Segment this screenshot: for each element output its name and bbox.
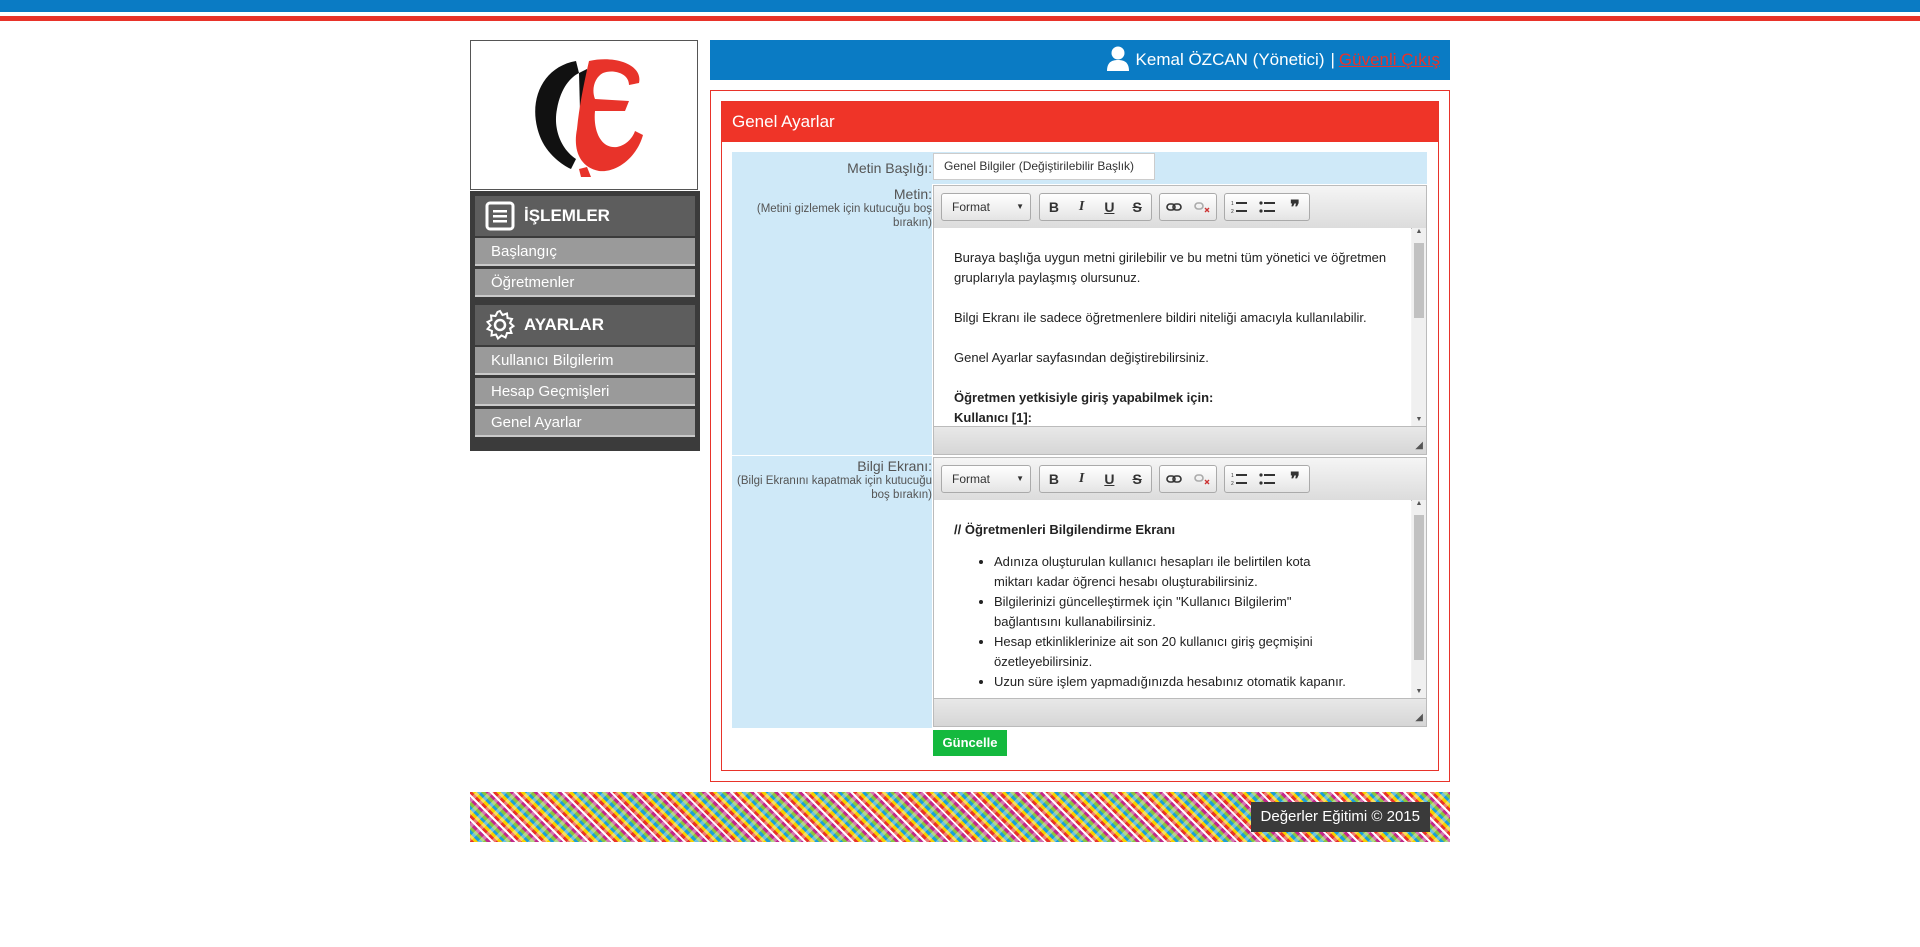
text-label-text: Metin: (893, 186, 932, 202)
format-select[interactable]: Format ▼ (941, 193, 1031, 221)
text-paragraph-2: Bilgi Ekranı ile sadece öğretmenlere bil… (954, 310, 1367, 325)
info-editor-content[interactable]: // Öğretmenleri Bilgilendirme Ekranı Adı… (934, 500, 1411, 700)
update-button[interactable]: Güncelle (933, 730, 1007, 756)
text-bold-line-1: Öğretmen yetkisiyle giriş yapabilmek içi… (954, 390, 1214, 405)
unlink-icon[interactable] (1188, 194, 1216, 220)
strike-button[interactable]: S (1123, 466, 1151, 492)
numbered-list-icon[interactable]: 12 (1225, 466, 1253, 492)
panel-title: Genel Ayarlar (722, 102, 1438, 142)
logo-icon (535, 59, 643, 177)
list-item: Hesap etkinliklerinize ait son 20 kullan… (994, 632, 1324, 672)
user-name: Kemal ÖZCAN (Yönetici) (1135, 50, 1325, 69)
user-icon (1106, 45, 1130, 76)
unlink-icon[interactable] (1188, 466, 1216, 492)
list-item: Adınıza oluşturulan kullanıcı hesapları … (994, 552, 1324, 592)
strike-button[interactable]: S (1123, 194, 1151, 220)
info-label: Bilgi Ekranı: (Bilgi Ekranını kapatmak i… (732, 458, 932, 502)
header-bar: Kemal ÖZCAN (Yönetici) | Güvenli Çıkış (710, 40, 1450, 80)
text-title-label: Metin Başlığı: (847, 160, 932, 176)
scroll-thumb[interactable] (1414, 243, 1424, 318)
user-info: Kemal ÖZCAN (Yönetici) | Güvenli Çıkış (1106, 40, 1440, 80)
bulleted-list-icon[interactable] (1253, 194, 1281, 220)
scroll-thumb[interactable] (1414, 515, 1424, 660)
editor-statusbar: ◢ (934, 698, 1426, 726)
bold-button[interactable]: B (1040, 194, 1068, 220)
list-item: Uzun süre işlem yapmadığınızda hesabınız… (994, 672, 1391, 692)
scroll-up-icon[interactable]: ▲ (1412, 500, 1426, 512)
editor-toolbar: Format ▼ B I U S 12 ❞ (934, 186, 1426, 229)
underline-button[interactable]: U (1096, 466, 1124, 492)
logo[interactable] (470, 40, 698, 190)
svg-text:1: 1 (1231, 201, 1234, 207)
link-group (1159, 465, 1217, 493)
link-icon[interactable] (1160, 194, 1188, 220)
link-icon[interactable] (1160, 466, 1188, 492)
editor-toolbar: Format ▼ B I U S 12 ❞ (934, 458, 1426, 501)
format-label: Format (952, 472, 991, 486)
link-group (1159, 193, 1217, 221)
format-select[interactable]: Format ▼ (941, 465, 1031, 493)
text-editor-content[interactable]: Buraya başlığa uygun metni girilebilir v… (934, 228, 1411, 428)
sidebar: İŞLEMLER Başlangıç Öğretmenler AYARLAR K… (470, 191, 700, 451)
list-item: Bilgilerinizi güncelleştirmek için "Kull… (994, 592, 1324, 632)
chevron-down-icon: ▼ (1016, 474, 1024, 483)
info-editor-scrollbar[interactable]: ▲ ▼ (1412, 500, 1426, 700)
svg-text:2: 2 (1231, 481, 1234, 486)
chevron-down-icon: ▼ (1016, 202, 1024, 211)
blockquote-icon[interactable]: ❞ (1281, 194, 1309, 220)
sidebar-item-ogretmenler[interactable]: Öğretmenler (475, 269, 695, 297)
italic-button[interactable]: I (1068, 194, 1096, 220)
bold-button[interactable]: B (1040, 466, 1068, 492)
text-editor[interactable]: Format ▼ B I U S 12 ❞ Buraya başlığa uygu… (933, 185, 1427, 455)
logout-link[interactable]: Güvenli Çıkış (1339, 50, 1440, 70)
text-title-input[interactable]: Genel Bilgiler (Değiştirilebilir Başlık) (933, 153, 1155, 180)
top-stripe (0, 0, 1920, 21)
svg-text:2: 2 (1231, 209, 1234, 214)
svg-text:1: 1 (1231, 473, 1234, 479)
sidebar-section-title: İŞLEMLER (524, 206, 610, 225)
info-hint: (Bilgi Ekranını kapatmak için kutucuğu b… (737, 475, 932, 501)
info-list: Adınıza oluşturulan kullanıcı hesapları … (954, 552, 1391, 692)
sidebar-item-hesap-gecmisleri[interactable]: Hesap Geçmişleri (475, 378, 695, 406)
sidebar-section-islemler: İŞLEMLER (475, 196, 695, 236)
text-label: Metin: (Metini gizlemek için kutucuğu bo… (732, 186, 932, 230)
list-group: 12 ❞ (1224, 193, 1310, 221)
resize-grip-icon[interactable]: ◢ (1415, 712, 1423, 723)
footer: Değerler Eğitimi © 2015 (470, 792, 1450, 842)
sidebar-item-genel-ayarlar[interactable]: Genel Ayarlar (475, 409, 695, 437)
underline-button[interactable]: U (1096, 194, 1124, 220)
sidebar-item-baslangic[interactable]: Başlangıç (475, 238, 695, 266)
format-group: B I U S (1039, 465, 1152, 493)
info-editor[interactable]: Format ▼ B I U S 12 ❞ // Öğretmenleri Bil… (933, 457, 1427, 727)
sidebar-item-kullanici-bilgilerim[interactable]: Kullanıcı Bilgilerim (475, 347, 695, 375)
italic-button[interactable]: I (1068, 466, 1096, 492)
text-editor-scrollbar[interactable]: ▲ ▼ (1412, 228, 1426, 428)
numbered-list-icon[interactable]: 12 (1225, 194, 1253, 220)
editor-statusbar: ◢ (934, 426, 1426, 454)
format-label: Format (952, 200, 991, 214)
copyright: Değerler Eğitimi © 2015 (1250, 802, 1430, 832)
info-label-text: Bilgi Ekranı: (857, 458, 932, 474)
sidebar-section-title: AYARLAR (524, 315, 604, 334)
format-group: B I U S (1039, 193, 1152, 221)
blockquote-icon[interactable]: ❞ (1281, 466, 1309, 492)
bulleted-list-icon[interactable] (1253, 466, 1281, 492)
text-bold-line-2: Kullanıcı [1]: (954, 410, 1033, 425)
gear-icon (484, 309, 516, 341)
text-paragraph-1: Buraya başlığa uygun metni girilebilir v… (954, 250, 1387, 285)
list-icon (484, 200, 516, 232)
text-hint: (Metini gizlemek için kutucuğu boş bırak… (756, 203, 932, 229)
sidebar-section-ayarlar: AYARLAR (475, 305, 695, 345)
resize-grip-icon[interactable]: ◢ (1415, 440, 1423, 451)
scroll-up-icon[interactable]: ▲ (1412, 228, 1426, 240)
info-heading: // Öğretmenleri Bilgilendirme Ekranı (954, 522, 1176, 537)
header-separator: | (1330, 50, 1335, 69)
text-paragraph-3: Genel Ayarlar sayfasından değiştirebilir… (954, 350, 1209, 365)
list-group: 12 ❞ (1224, 465, 1310, 493)
